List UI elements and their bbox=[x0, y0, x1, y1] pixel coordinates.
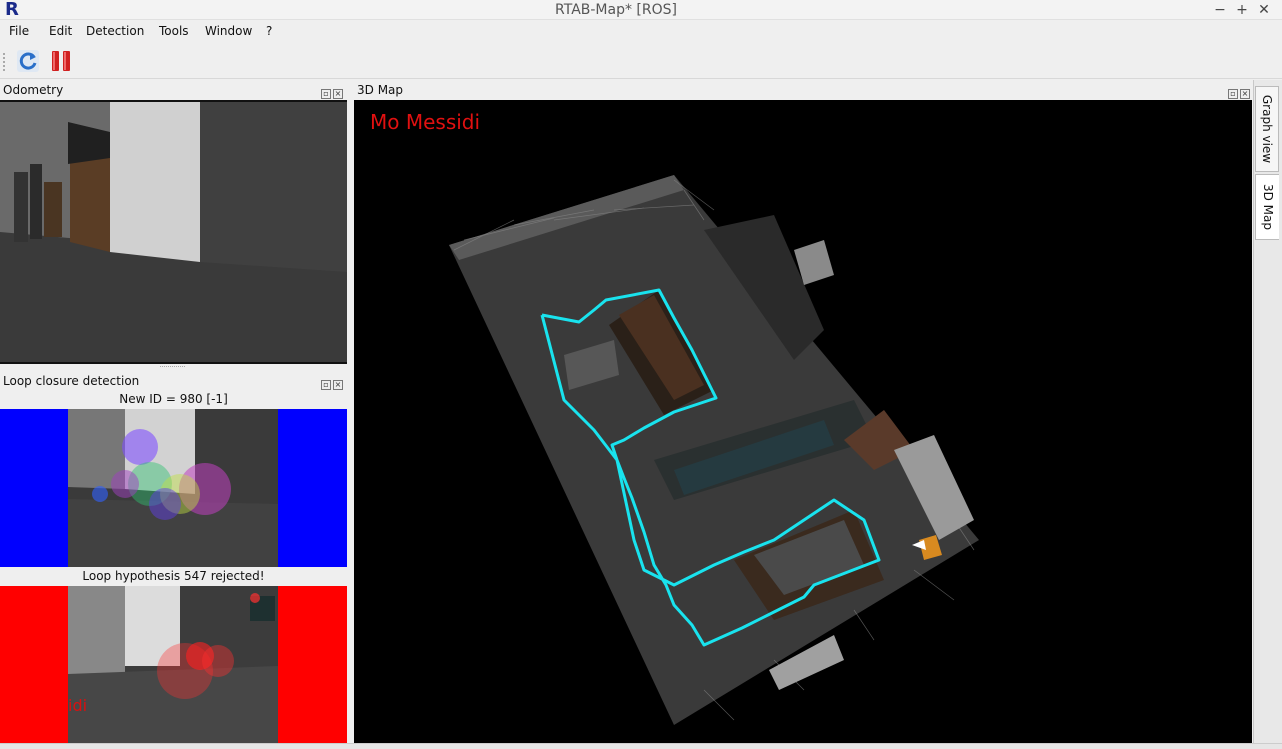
rtabmap-window: R RTAB-Map* [ROS] − + ✕ File Edit Detect… bbox=[0, 0, 1282, 749]
map3d-dock-title: 3D Map bbox=[357, 83, 404, 97]
toolbar bbox=[0, 43, 1282, 79]
menu-tools[interactable]: Tools bbox=[158, 23, 190, 40]
window-title: RTAB-Map* [ROS] bbox=[555, 2, 677, 18]
dock-splitter[interactable] bbox=[160, 366, 185, 369]
menu-help[interactable]: ? bbox=[265, 23, 273, 40]
refresh-icon bbox=[17, 50, 39, 72]
map-overlay-text: Mo Messidi bbox=[370, 110, 481, 134]
tab-3d-map[interactable]: 3D Map bbox=[1255, 174, 1279, 240]
tab-graph-view[interactable]: Graph view bbox=[1255, 86, 1279, 172]
side-tab-bar: Graph view 3D Map bbox=[1253, 80, 1282, 743]
odometry-camera-view bbox=[0, 100, 347, 364]
title-bar: R RTAB-Map* [ROS] − + ✕ bbox=[0, 0, 1282, 20]
status-bar bbox=[0, 743, 1282, 749]
close-button[interactable]: ✕ bbox=[1255, 0, 1273, 20]
minimize-button[interactable]: − bbox=[1211, 0, 1229, 20]
hypothesis-image: idi bbox=[0, 586, 347, 744]
loop-closure-dock-title: Loop closure detection bbox=[3, 374, 140, 388]
dock-close-icon[interactable]: × bbox=[333, 380, 343, 390]
map3d-dock-buttons: ▫ × bbox=[1226, 85, 1250, 99]
new-id-caption: New ID = 980 [-1] bbox=[119, 392, 228, 406]
pause-icon bbox=[52, 51, 70, 71]
maximize-button[interactable]: + bbox=[1233, 0, 1251, 20]
menu-window[interactable]: Window bbox=[204, 23, 253, 40]
dock-float-icon[interactable]: ▫ bbox=[1228, 89, 1238, 99]
tab-graph-view-label: Graph view bbox=[1260, 94, 1274, 164]
menu-file[interactable]: File bbox=[8, 23, 30, 40]
new-id-image bbox=[0, 409, 347, 567]
odometry-dock-buttons: ▫ × bbox=[319, 85, 343, 99]
map3d-render bbox=[449, 175, 979, 725]
loop-closure-dock-buttons: ▫ × bbox=[319, 376, 343, 390]
odometry-dock-title: Odometry bbox=[3, 83, 64, 97]
menu-bar: File Edit Detection Tools Window ? bbox=[0, 21, 1282, 42]
menu-detection[interactable]: Detection bbox=[85, 23, 145, 40]
tab-3d-map-label: 3D Map bbox=[1260, 183, 1275, 231]
dock-float-icon[interactable]: ▫ bbox=[321, 89, 331, 99]
hypothesis-overlay-text: idi bbox=[68, 696, 88, 715]
map3d-view[interactable]: Mo Messidi bbox=[354, 100, 1252, 743]
hypothesis-caption: Loop hypothesis 547 rejected! bbox=[82, 569, 265, 583]
pause-button[interactable] bbox=[49, 49, 73, 73]
dock-close-icon[interactable]: × bbox=[1240, 89, 1250, 99]
refresh-button[interactable] bbox=[16, 49, 40, 73]
menu-edit[interactable]: Edit bbox=[48, 23, 73, 40]
toolbar-grip[interactable] bbox=[3, 53, 6, 71]
dock-float-icon[interactable]: ▫ bbox=[321, 380, 331, 390]
dock-close-icon[interactable]: × bbox=[333, 89, 343, 99]
